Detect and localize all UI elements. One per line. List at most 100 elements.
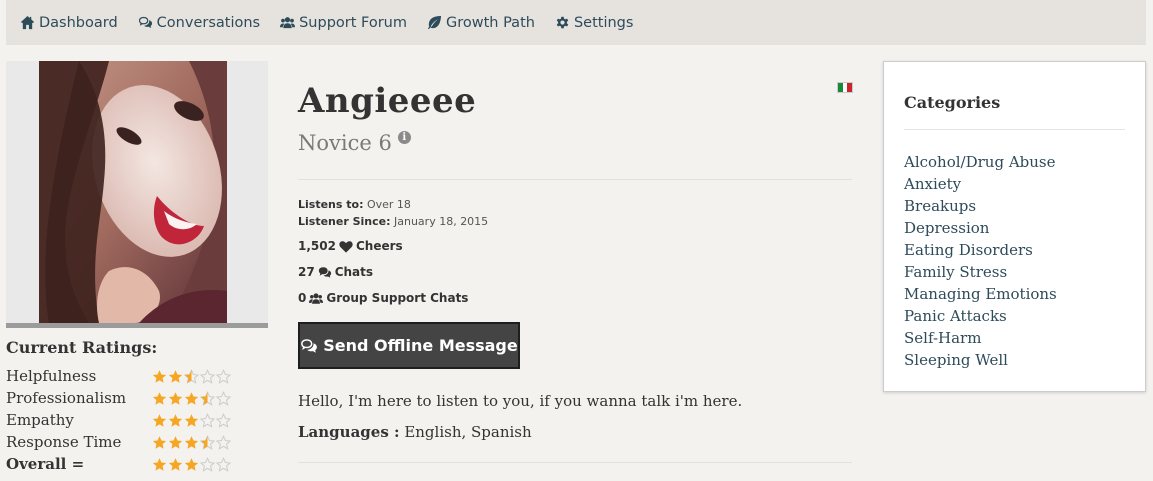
star-full-icon	[168, 369, 183, 383]
rating-label: Empathy	[6, 411, 74, 429]
categories-list: Alcohol/Drug Abuse Anxiety Breakups Depress…	[904, 151, 1125, 371]
group-count: 0	[298, 291, 307, 305]
nav-dashboard[interactable]: Dashboard	[20, 15, 118, 31]
star-rating	[152, 434, 232, 450]
star-empty-icon	[200, 456, 215, 472]
categories-title: Categories	[904, 93, 1125, 130]
category-link[interactable]: Alcohol/Drug Abuse	[904, 151, 1125, 173]
profile-bio: Hello, I'm here to listen to you, if you…	[298, 392, 743, 410]
users-icon	[309, 292, 324, 304]
star-full-icon	[168, 457, 183, 471]
star-full-icon	[168, 413, 183, 427]
star-full-icon	[184, 435, 199, 449]
star-half-icon	[200, 434, 215, 450]
group-chats-stat: 0 Group Support Chats	[298, 291, 468, 305]
listens-to-label: Listens to:	[298, 198, 364, 211]
chats-count: 27	[298, 265, 315, 279]
nav-settings[interactable]: Settings	[555, 15, 633, 31]
rating-label: Helpfulness	[6, 367, 97, 385]
category-link[interactable]: Anxiety	[904, 173, 1125, 195]
languages-label: Languages :	[298, 423, 400, 441]
home-icon	[20, 15, 35, 30]
star-empty-icon	[200, 412, 215, 428]
category-link[interactable]: Sleeping Well	[904, 349, 1125, 371]
category-link[interactable]: Self-Harm	[904, 327, 1125, 349]
nav-conversations-label: Conversations	[156, 14, 261, 31]
category-link[interactable]: Eating Disorders	[904, 239, 1125, 261]
category-link[interactable]: Breakups	[904, 195, 1125, 217]
nav-support-forum[interactable]: Support Forum	[280, 15, 407, 31]
star-full-icon	[184, 457, 199, 471]
star-rating	[152, 456, 232, 472]
info-icon[interactable]: i	[397, 130, 411, 144]
listener-since: Listener Since: January 18, 2015	[298, 215, 488, 228]
chats-stat: 27 Chats	[298, 265, 373, 279]
star-rating	[152, 390, 232, 406]
comments-icon	[318, 266, 331, 278]
rank-label: Novice 6	[298, 131, 392, 155]
listener-since-label: Listener Since:	[298, 215, 391, 228]
star-full-icon	[152, 391, 167, 405]
nav-growth-path-label: Growth Path	[446, 14, 535, 31]
category-link[interactable]: Depression	[904, 217, 1125, 239]
star-empty-icon	[216, 412, 231, 428]
send-offline-message-button[interactable]: Send Offline Message	[298, 322, 520, 369]
profile-photo-frame	[6, 61, 268, 328]
ratings-panel: Current Ratings: Helpfulness Professional…	[6, 338, 268, 475]
star-full-icon	[184, 391, 199, 405]
star-rating	[152, 412, 232, 428]
send-offline-message-label: Send Offline Message	[323, 336, 518, 355]
languages: Languages : English, Spanish	[298, 423, 532, 441]
heart-icon	[339, 240, 353, 253]
comments-icon	[301, 338, 318, 353]
listener-since-value: January 18, 2015	[394, 215, 489, 228]
category-link[interactable]: Panic Attacks	[904, 305, 1125, 327]
comments-icon	[138, 15, 153, 30]
category-link[interactable]: Family Stress	[904, 261, 1125, 283]
star-empty-icon	[216, 434, 231, 450]
divider	[298, 462, 852, 463]
star-empty-icon	[216, 390, 231, 406]
ratings-title: Current Ratings:	[6, 338, 158, 357]
rating-row: Helpfulness	[6, 365, 268, 387]
profile-name: Angieeee	[298, 81, 477, 121]
star-full-icon	[152, 369, 167, 383]
profile-rank: Novice 6 i	[298, 130, 411, 155]
listens-to-value: Over 18	[366, 198, 411, 211]
star-rating	[152, 368, 232, 384]
languages-value: English, Spanish	[404, 423, 532, 441]
rating-label: Overall =	[6, 455, 85, 473]
nav-conversations[interactable]: Conversations	[138, 15, 260, 31]
rating-row: Response Time	[6, 431, 268, 453]
star-full-icon	[184, 413, 199, 427]
rating-label: Professionalism	[6, 389, 127, 407]
cheers-stat: 1,502 Cheers	[298, 239, 403, 253]
nav-support-forum-label: Support Forum	[299, 14, 407, 31]
star-empty-icon	[200, 368, 215, 384]
star-half-icon	[184, 368, 199, 384]
listens-to: Listens to: Over 18	[298, 198, 411, 211]
star-full-icon	[152, 413, 167, 427]
nav-growth-path[interactable]: Growth Path	[427, 15, 535, 31]
star-full-icon	[168, 435, 183, 449]
rating-row: Professionalism	[6, 387, 268, 409]
mexico-flag-icon	[837, 82, 853, 93]
star-half-icon	[200, 390, 215, 406]
rating-row: Overall =	[6, 453, 268, 475]
ratings-list: Helpfulness Professionalism Empathy Respons…	[6, 365, 268, 475]
star-full-icon	[152, 435, 167, 449]
profile-photo	[39, 61, 227, 323]
star-empty-icon	[216, 456, 231, 472]
star-empty-icon	[216, 368, 231, 384]
cheers-count: 1,502	[298, 239, 336, 253]
category-link[interactable]: Managing Emotions	[904, 283, 1125, 305]
rating-row: Empathy	[6, 409, 268, 431]
top-navbar: Dashboard Conversations Support Forum Gr…	[6, 0, 1146, 45]
nav-dashboard-label: Dashboard	[39, 14, 118, 31]
categories-panel: Categories Alcohol/Drug Abuse Anxiety Brea…	[883, 61, 1146, 392]
group-label: Group Support Chats	[326, 291, 469, 305]
chats-label: Chats	[334, 265, 374, 279]
star-full-icon	[152, 457, 167, 471]
nav-settings-label: Settings	[573, 14, 634, 31]
cheers-label: Cheers	[355, 239, 403, 253]
